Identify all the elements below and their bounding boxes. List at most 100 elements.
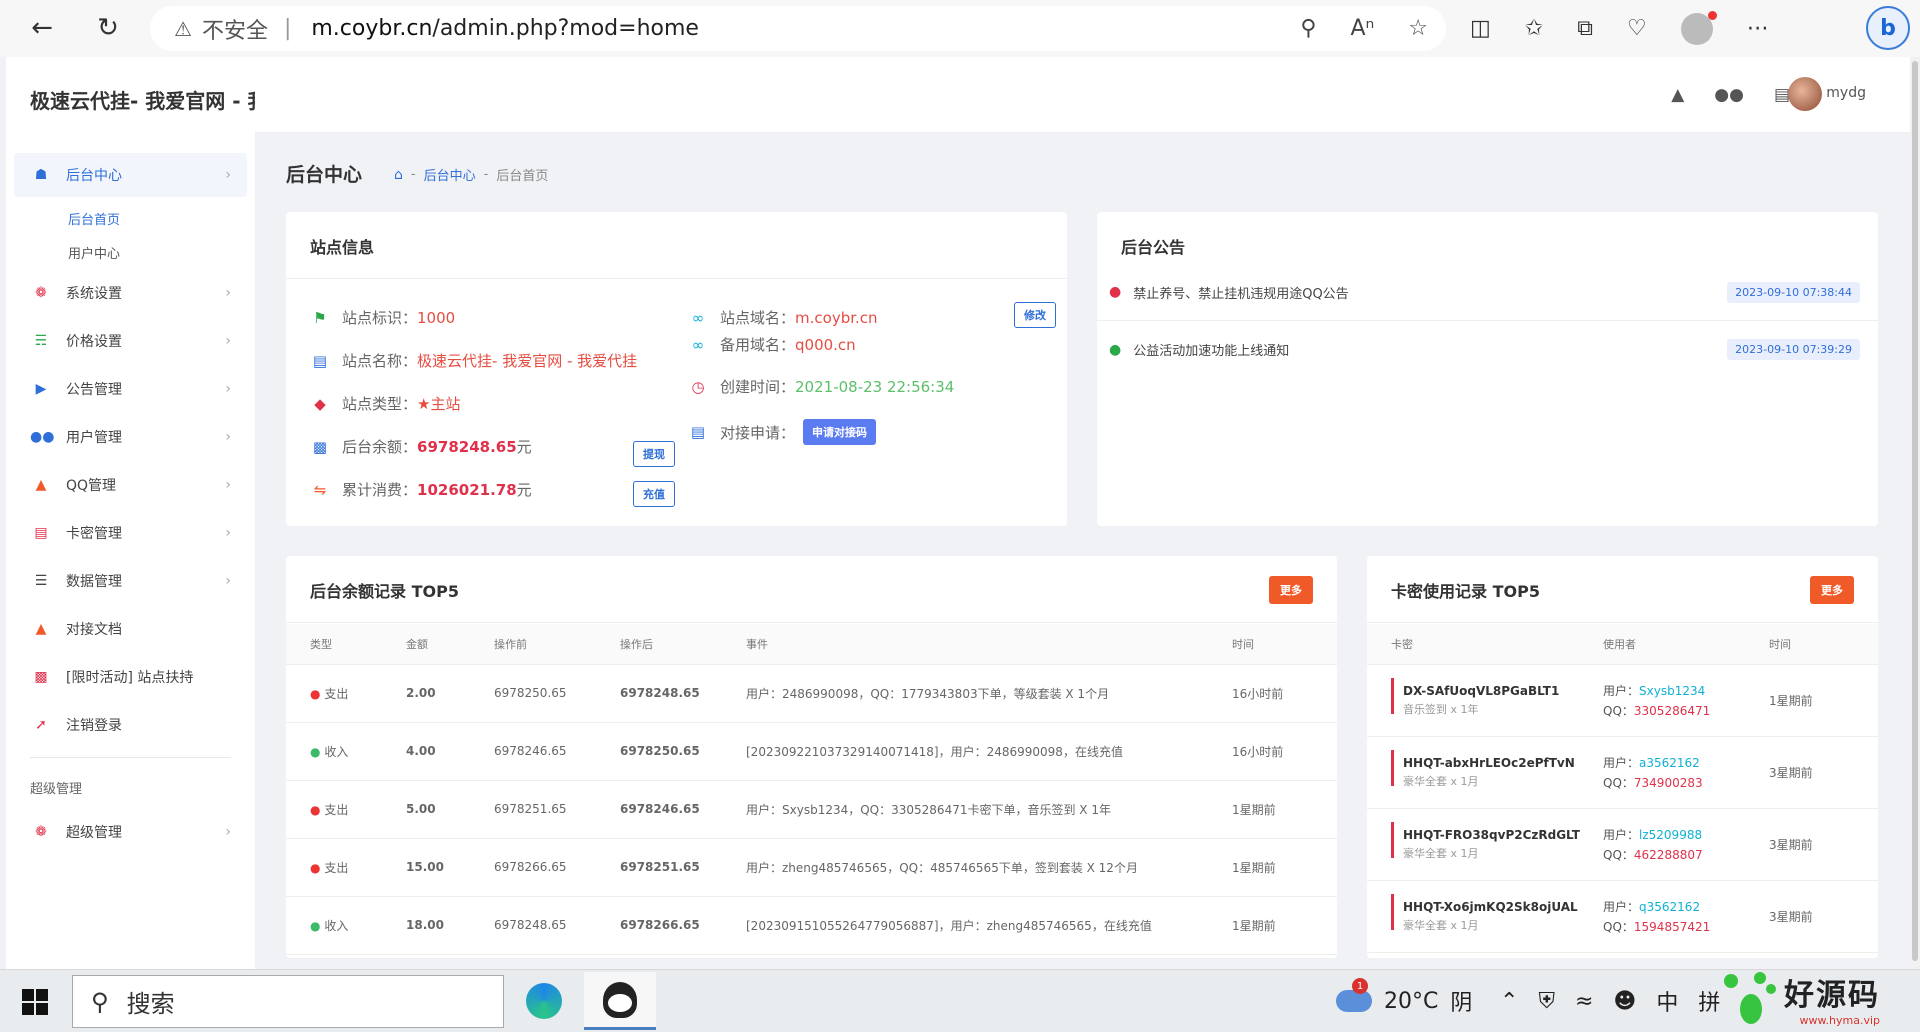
top-header: ▲ ●● ▤ mydg xyxy=(255,57,1910,133)
refresh-button[interactable]: ↻ xyxy=(86,6,130,50)
qq-prefix: QQ： xyxy=(1603,775,1634,790)
type-cell: ● 支出 xyxy=(286,780,406,839)
col-amount: 金额 xyxy=(406,624,494,665)
more-button[interactable]: 更多 xyxy=(1810,576,1854,604)
sidebar-item-label: [限时活动] 站点扶持 xyxy=(66,670,194,686)
sidebar-item-data-manage[interactable]: ☰ 数据管理 › xyxy=(14,557,247,605)
taskbar-search-input[interactable]: ⚲ 搜索 xyxy=(72,975,504,1028)
sidebar-subitem-user-center[interactable]: 用户中心 xyxy=(14,235,247,269)
browser-health-icon[interactable]: ♡ xyxy=(1627,16,1647,41)
scrollbar-thumb[interactable] xyxy=(1912,61,1918,961)
url-host: m.coybr.cn xyxy=(311,16,433,41)
sidebar: 极速云代挂- 我爱官网 - 我爱代挂 ☗ 后台中心 › 后台首页 用户中心 ❁ … xyxy=(6,57,255,969)
sidebar-item-price-settings[interactable]: ☴ 价格设置 › xyxy=(14,317,247,365)
sidebar-item-super-admin[interactable]: ❁ 超级管理 › xyxy=(14,808,247,856)
ime-mode[interactable]: 拼 xyxy=(1698,985,1720,1017)
gear-icon: ❁ xyxy=(35,285,47,301)
user-cell: 用户：q3562162 QQ：1594857421 xyxy=(1603,880,1769,953)
edit-domain-button[interactable]: 修改 xyxy=(1014,302,1056,328)
col-user: 使用者 xyxy=(1603,624,1769,665)
chevron-up-icon[interactable]: ⌃ xyxy=(1500,989,1518,1014)
more-menu-icon[interactable]: ⋯ xyxy=(1747,16,1769,41)
link-icon: ∞ xyxy=(691,308,705,327)
favorites-icon[interactable]: ✩ xyxy=(1525,16,1543,41)
sidebar-item-qq-manage[interactable]: ▲ QQ管理 › xyxy=(14,461,247,509)
sidebar-item-api-docs[interactable]: ▲ 对接文档 xyxy=(14,605,247,653)
sidebar-item-logout[interactable]: ➚ 注销登录 xyxy=(14,701,247,749)
qq-bell-icon[interactable]: ▲ xyxy=(1671,85,1684,105)
time-cell: 3星期前 xyxy=(1769,736,1878,809)
avatar[interactable] xyxy=(1788,77,1822,111)
face-icon[interactable]: ☻ xyxy=(1613,989,1636,1014)
users-icon[interactable]: ●● xyxy=(1714,85,1744,105)
qq-taskbar-app[interactable] xyxy=(584,972,656,1030)
weather-widget[interactable]: 1 20°C 阴 xyxy=(1336,978,1472,1017)
col-time: 时间 xyxy=(1232,624,1337,665)
sidebar-item-system-settings[interactable]: ❁ 系统设置 › xyxy=(14,269,247,317)
qq-prefix: QQ： xyxy=(1603,919,1634,934)
address-bar[interactable]: ⚠ 不安全 | m.coybr.cn/admin.php?mod=home ⚲ … xyxy=(150,6,1446,51)
user-cell: 用户：lz5209988 QQ：462288807 xyxy=(1603,808,1769,881)
before-cell: 6978266.65 xyxy=(494,838,620,897)
event-cell: 用户：2486990098，QQ：1779343803下单，等级套装 X 1个月 xyxy=(746,664,1232,723)
favorite-star-icon[interactable]: ☆ xyxy=(1408,16,1428,41)
before-cell: 6978250.65 xyxy=(494,664,620,723)
exchange-icon: ⇋ xyxy=(313,480,327,499)
apply-dock-code-button[interactable]: 申请对接码 xyxy=(803,419,877,445)
chevron-right-icon: › xyxy=(225,285,231,301)
notice-text[interactable]: 公益活动加速功能上线通知 xyxy=(1133,340,1289,359)
bing-icon[interactable]: b xyxy=(1866,6,1910,50)
sidebar-item-label: 后台中心 xyxy=(66,168,122,184)
domain-label: 站点域名： xyxy=(720,309,796,327)
edge-taskbar-app[interactable] xyxy=(508,972,580,1030)
ime-indicator[interactable]: 中 xyxy=(1656,985,1678,1017)
sidebar-item-user-manage[interactable]: ●● 用户管理 › xyxy=(14,413,247,461)
edge-icon xyxy=(526,983,562,1019)
recharge-button[interactable]: 充值 xyxy=(633,481,675,507)
windows-start-icon[interactable] xyxy=(22,989,48,1015)
wifi-icon[interactable]: ≈ xyxy=(1575,989,1593,1014)
status-dot: ● xyxy=(310,860,321,875)
sidebar-subitem-home[interactable]: 后台首页 xyxy=(14,201,247,235)
shield-icon[interactable]: ⛨ xyxy=(1538,989,1555,1014)
sidebar-item-label: 对接文档 xyxy=(66,622,122,638)
user-cell: 用户：Sxysb1234 QQ：3305286471 xyxy=(1603,664,1769,737)
more-button[interactable]: 更多 xyxy=(1269,576,1313,604)
table-row: ● 收入 18.00 6978248.65 6978266.65 [202309… xyxy=(286,896,1337,955)
collections-icon[interactable]: ⧉ xyxy=(1577,16,1593,41)
spent-row: ⇋ 累计消费： 1026021.78 元 xyxy=(310,479,532,500)
backup-domain-value[interactable]: q000.cn xyxy=(795,336,856,354)
col-after: 操作后 xyxy=(620,624,746,665)
created-label: 创建时间： xyxy=(720,378,796,396)
notice-item[interactable]: ● 公益活动加速功能上线通知 2023-09-10 07:39:29 xyxy=(1097,321,1878,378)
page-scrollbar[interactable] xyxy=(1910,57,1920,969)
read-aloud-icon[interactable]: Aⁿ xyxy=(1350,16,1374,41)
balance-log-card: 后台余额记录 TOP5 更多 类型 金额 操作前 操作后 事件 时间 ● 支出 … xyxy=(286,556,1337,958)
event-cell: 用户：zheng485746565，QQ：485746565下单，签到套装 X … xyxy=(746,838,1232,897)
username[interactable]: mydg xyxy=(1826,85,1866,101)
dock-label: 对接申请： xyxy=(720,423,796,442)
sidebar-item-card-manage[interactable]: ▤ 卡密管理 › xyxy=(14,509,247,557)
zoom-icon[interactable]: ⚲ xyxy=(1300,16,1316,41)
withdraw-button[interactable]: 提现 xyxy=(633,441,675,467)
menu-divider xyxy=(30,757,231,758)
profile-icon[interactable] xyxy=(1680,10,1717,45)
after-cell: 6978250.65 xyxy=(620,722,746,781)
back-button[interactable]: ← xyxy=(20,6,64,50)
spent-label: 累计消费： xyxy=(342,481,418,499)
notice-text[interactable]: 禁止养号、禁止挂机违规用途QQ公告 xyxy=(1133,283,1348,302)
sidebar-item-notice-manage[interactable]: ▶ 公告管理 › xyxy=(14,365,247,413)
sidebar-item-admin-center[interactable]: ☗ 后台中心 › xyxy=(14,153,247,197)
col-type: 类型 xyxy=(286,624,406,665)
site-watermark: 好源码 www.hyma.vip xyxy=(1720,965,1920,1032)
sidebar-item-label: 数据管理 xyxy=(66,574,122,590)
status-dot: ● xyxy=(310,918,321,933)
split-screen-icon[interactable]: ◫ xyxy=(1470,16,1491,41)
home-icon[interactable]: ⌂ xyxy=(394,167,403,183)
sidebar-item-promo[interactable]: ▩ [限时活动] 站点扶持 xyxy=(14,653,247,701)
cloud-icon: 1 xyxy=(1336,978,1372,1012)
breadcrumb-link[interactable]: 后台中心 xyxy=(424,165,476,184)
domain-value[interactable]: m.coybr.cn xyxy=(795,309,878,327)
link-icon: ∞ xyxy=(691,335,705,354)
notice-item[interactable]: ● 禁止养号、禁止挂机违规用途QQ公告 2023-09-10 07:38:44 xyxy=(1097,264,1878,321)
